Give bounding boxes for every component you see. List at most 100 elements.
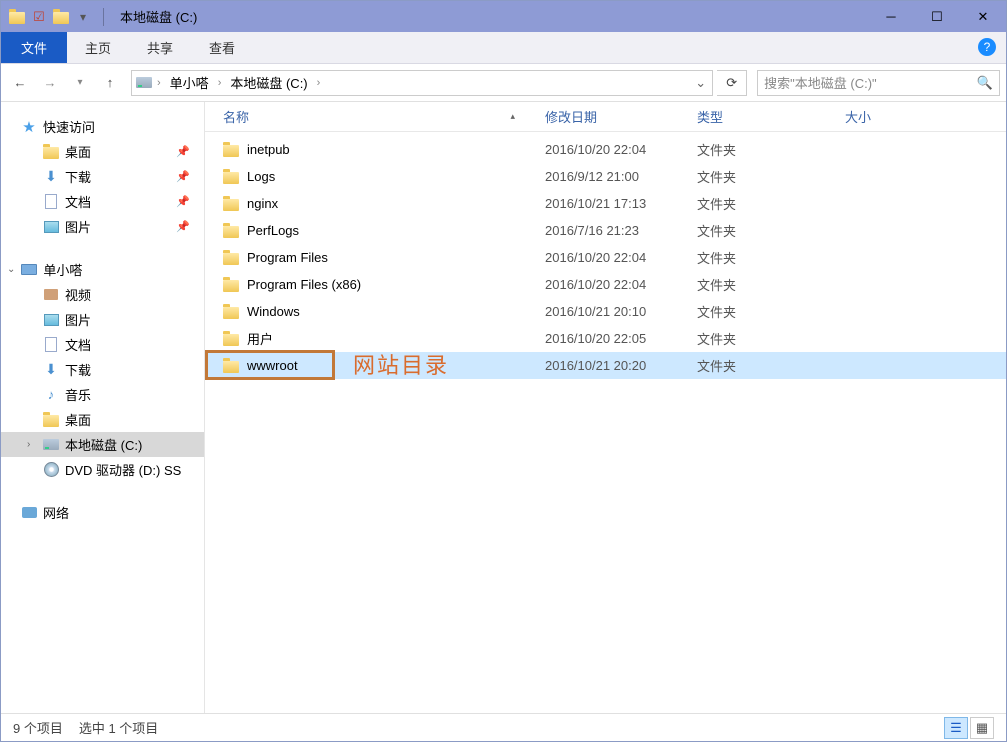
file-type: 文件夹 xyxy=(697,221,845,240)
expand-icon[interactable]: ⌄ xyxy=(7,264,15,275)
sidebar-item-label: 图片 xyxy=(65,310,91,329)
star-icon: ★ xyxy=(21,119,37,135)
sidebar-item-label: 音乐 xyxy=(65,385,91,404)
sidebar-item-label: 文档 xyxy=(65,192,91,211)
search-input[interactable]: 搜索"本地磁盘 (C:)" 🔍 xyxy=(757,70,1000,96)
refresh-button[interactable]: ⟳ xyxy=(717,70,747,96)
view-icons-button[interactable]: ▦ xyxy=(970,717,994,739)
picture-icon xyxy=(43,219,59,235)
sidebar-item[interactable]: ⬇下载 xyxy=(1,357,204,382)
pin-icon: 📌 xyxy=(176,220,190,233)
breadcrumb[interactable]: › 单小嗒 › 本地磁盘 (C:) › ⌄ xyxy=(131,70,713,96)
folder-app-icon xyxy=(9,9,25,25)
content-area: 名称▴ 修改日期 类型 大小 inetpub2016/10/20 22:04文件… xyxy=(205,102,1006,713)
music-icon: ♪ xyxy=(43,387,59,403)
back-button[interactable]: ← xyxy=(7,70,33,96)
folder-icon xyxy=(223,142,239,158)
sidebar-item[interactable]: 桌面 xyxy=(1,407,204,432)
file-date: 2016/9/12 21:00 xyxy=(545,169,697,184)
sidebar-item[interactable]: 文档 xyxy=(1,332,204,357)
sidebar-item-label: 本地磁盘 (C:) xyxy=(65,435,142,454)
history-dropdown[interactable]: ▾ xyxy=(67,70,93,96)
folder-icon xyxy=(223,277,239,293)
sidebar-this-pc[interactable]: ⌄ 单小嗒 xyxy=(1,257,204,282)
file-row[interactable]: Windows2016/10/21 20:10文件夹 xyxy=(205,298,1006,325)
search-icon[interactable]: 🔍 xyxy=(977,75,993,91)
view-details-button[interactable]: ☰ xyxy=(944,717,968,739)
file-row[interactable]: inetpub2016/10/20 22:04文件夹 xyxy=(205,136,1006,163)
picture-icon xyxy=(43,312,59,328)
file-type: 文件夹 xyxy=(697,140,845,159)
tab-share[interactable]: 共享 xyxy=(129,32,191,63)
forward-button[interactable]: → xyxy=(37,70,63,96)
file-row[interactable]: Logs2016/9/12 21:00文件夹 xyxy=(205,163,1006,190)
folder-icon xyxy=(43,412,59,428)
title-bar: ☑ ▾ 本地磁盘 (C:) ─ ☐ ✕ xyxy=(1,1,1006,32)
file-list[interactable]: inetpub2016/10/20 22:04文件夹Logs2016/9/12 … xyxy=(205,132,1006,713)
chevron-right-icon[interactable]: › xyxy=(215,77,225,89)
folder-icon xyxy=(223,331,239,347)
file-row[interactable]: nginx2016/10/21 17:13文件夹 xyxy=(205,190,1006,217)
download-icon: ⬇ xyxy=(43,362,59,378)
file-row[interactable]: Program Files (x86)2016/10/20 22:04文件夹 xyxy=(205,271,1006,298)
sidebar-item[interactable]: › 本地磁盘 (C:) xyxy=(1,432,204,457)
file-date: 2016/10/20 22:04 xyxy=(545,250,697,265)
breadcrumb-dropdown-icon[interactable]: ⌄ xyxy=(691,75,710,91)
folder-icon xyxy=(223,223,239,239)
sidebar: ★ 快速访问 桌面📌⬇下载📌文档📌图片📌 ⌄ 单小嗒 视频图片文档⬇下载♪音乐桌… xyxy=(1,102,205,713)
sidebar-item[interactable]: 图片 xyxy=(1,307,204,332)
sidebar-item[interactable]: 桌面📌 xyxy=(1,139,204,164)
minimize-button[interactable]: ─ xyxy=(868,1,914,32)
window-title: 本地磁盘 (C:) xyxy=(120,7,197,26)
file-type: 文件夹 xyxy=(697,248,845,267)
column-date[interactable]: 修改日期 xyxy=(545,107,697,126)
file-date: 2016/10/21 20:20 xyxy=(545,358,697,373)
column-type[interactable]: 类型 xyxy=(697,107,845,126)
sidebar-item-label: 桌面 xyxy=(65,410,91,429)
file-row[interactable]: 用户2016/10/20 22:05文件夹 xyxy=(205,325,1006,352)
download-icon: ⬇ xyxy=(43,169,59,185)
sidebar-quick-access[interactable]: ★ 快速访问 xyxy=(1,114,204,139)
up-button[interactable]: ↑ xyxy=(97,70,123,96)
file-name: inetpub xyxy=(247,142,290,157)
qat-folder-icon[interactable] xyxy=(53,9,69,25)
maximize-button[interactable]: ☐ xyxy=(914,1,960,32)
qat-dropdown-icon[interactable]: ▾ xyxy=(75,9,91,25)
sidebar-item[interactable]: ⬇下载📌 xyxy=(1,164,204,189)
file-row[interactable]: wwwroot2016/10/21 20:20文件夹网站目录 xyxy=(205,352,1006,379)
chevron-right-icon[interactable]: › xyxy=(314,77,324,89)
file-row[interactable]: Program Files 2016/10/20 22:04文件夹 xyxy=(205,244,1006,271)
file-name: Program Files xyxy=(247,250,328,265)
sidebar-item[interactable]: 视频 xyxy=(1,282,204,307)
column-name[interactable]: 名称▴ xyxy=(223,107,545,126)
help-button[interactable]: ? xyxy=(978,38,996,56)
file-row[interactable]: PerfLogs2016/7/16 21:23文件夹 xyxy=(205,217,1006,244)
tab-view[interactable]: 查看 xyxy=(191,32,253,63)
sidebar-network[interactable]: 网络 xyxy=(1,500,204,525)
network-icon xyxy=(21,505,37,521)
folder-icon xyxy=(223,358,239,374)
chevron-right-icon[interactable]: › xyxy=(154,77,164,89)
folder-icon xyxy=(223,304,239,320)
sidebar-item-label: 视频 xyxy=(65,285,91,304)
breadcrumb-item[interactable]: 本地磁盘 (C:) xyxy=(226,71,311,95)
sidebar-item-label: 图片 xyxy=(65,217,91,236)
file-tab[interactable]: 文件 xyxy=(1,32,67,63)
sidebar-item[interactable]: 文档📌 xyxy=(1,189,204,214)
drive-icon xyxy=(136,75,152,91)
file-name: Logs xyxy=(247,169,275,184)
breadcrumb-item[interactable]: 单小嗒 xyxy=(166,71,213,95)
file-date: 2016/10/21 20:10 xyxy=(545,304,697,319)
expand-icon[interactable]: › xyxy=(27,439,37,450)
close-button[interactable]: ✕ xyxy=(960,1,1006,32)
sidebar-item[interactable]: ♪ 音乐 xyxy=(1,382,204,407)
pin-icon: 📌 xyxy=(176,145,190,158)
sidebar-item[interactable]: 图片 📌 xyxy=(1,214,204,239)
sidebar-item[interactable]: DVD 驱动器 (D:) SS xyxy=(1,457,204,482)
column-size[interactable]: 大小 xyxy=(845,107,1006,126)
tab-home[interactable]: 主页 xyxy=(67,32,129,63)
file-name: Windows xyxy=(247,304,300,319)
file-type: 文件夹 xyxy=(697,356,845,375)
file-type: 文件夹 xyxy=(697,275,845,294)
qat-properties-icon[interactable]: ☑ xyxy=(31,9,47,25)
